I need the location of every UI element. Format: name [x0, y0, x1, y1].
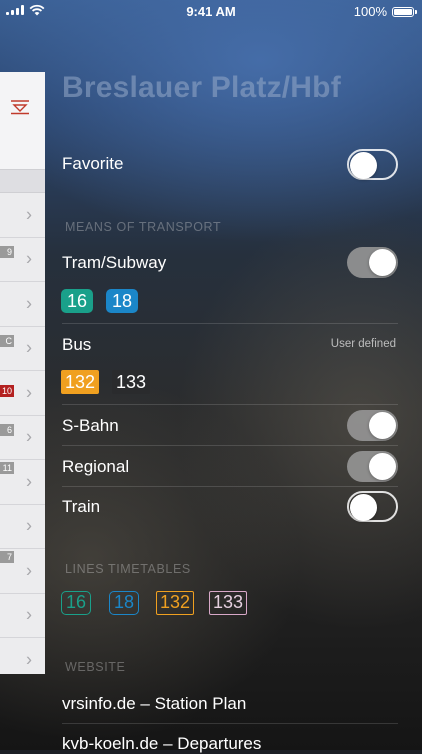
- timetable-chip-132[interactable]: 132: [156, 591, 195, 615]
- tram-subway-label: Tram/Subway: [62, 253, 167, 272]
- line-chip-16[interactable]: 16: [61, 289, 93, 313]
- divider: [62, 445, 398, 446]
- timetable-chip-18[interactable]: 18: [109, 591, 139, 615]
- regional-label: Regional: [62, 457, 130, 476]
- chevron-right-icon: ›: [26, 426, 32, 447]
- train-label: Train: [62, 497, 101, 516]
- list-item[interactable]: ›: [0, 282, 45, 327]
- bus-label: Bus: [62, 335, 92, 354]
- chevron-right-icon: ›: [26, 337, 32, 358]
- divider: [62, 723, 398, 724]
- list-item[interactable]: 11 ›: [0, 460, 45, 505]
- sbahn-label: S-Bahn: [62, 416, 119, 435]
- train-toggle[interactable]: [347, 491, 398, 522]
- sbahn-toggle[interactable]: [347, 410, 398, 441]
- list-item[interactable]: ›: [0, 594, 45, 638]
- tram-subway-toggle[interactable]: [347, 247, 398, 278]
- status-right: 100%: [353, 4, 417, 19]
- list-item[interactable]: ›: [0, 193, 45, 238]
- line-tag: 10: [0, 385, 14, 397]
- battery-percent: 100%: [353, 4, 387, 19]
- divider: [62, 404, 398, 405]
- section-header-timetables: LINES TIMETABLES: [65, 562, 191, 576]
- chevron-right-icon: ›: [26, 293, 32, 314]
- timetable-chip-133[interactable]: 133: [209, 591, 248, 615]
- list-item[interactable]: ›: [0, 505, 45, 549]
- website-link-departures[interactable]: kvb-koeln.de – Departures: [62, 734, 261, 754]
- chevron-right-icon: ›: [26, 471, 32, 492]
- filter-icon[interactable]: [10, 98, 30, 116]
- divider: [62, 486, 398, 487]
- bus-user-defined-note: User defined: [330, 338, 396, 350]
- chevron-right-icon: ›: [26, 649, 32, 670]
- divider: [62, 323, 398, 324]
- chevron-right-icon: ›: [26, 204, 32, 225]
- regional-toggle[interactable]: [347, 451, 398, 482]
- list-item[interactable]: 6 ›: [0, 416, 45, 460]
- chevron-right-icon: ›: [26, 515, 32, 536]
- chevron-right-icon: ›: [26, 248, 32, 269]
- line-tag: C: [0, 334, 14, 347]
- list-panel-section: [0, 170, 45, 193]
- list-item[interactable]: 10 ›: [0, 371, 45, 416]
- line-tag: 11: [0, 462, 14, 474]
- line-tag: 9: [0, 245, 14, 258]
- line-chip-18[interactable]: 18: [106, 289, 138, 313]
- line-chip-132[interactable]: 132: [61, 370, 99, 394]
- section-header-transport: MEANS OF TRANSPORT: [65, 220, 222, 234]
- background-list-panel[interactable]: › 9› › C› 10› 6› 11› › 7› › › ›: [0, 72, 45, 674]
- chevron-right-icon: ›: [26, 382, 32, 403]
- station-title: Breslauer Platz/Hbf: [62, 71, 341, 104]
- line-tag: 6: [0, 423, 14, 436]
- chevron-right-icon: ›: [26, 560, 32, 581]
- line-tag: 7: [0, 551, 14, 563]
- timetable-chip-16[interactable]: 16: [61, 591, 91, 615]
- website-link-station-plan[interactable]: vrsinfo.de – Station Plan: [62, 694, 246, 714]
- list-item[interactable]: C ›: [0, 327, 45, 371]
- list-item[interactable]: ›: [0, 638, 45, 674]
- battery-icon: [392, 6, 417, 17]
- status-bar: 9:41 AM 100%: [0, 0, 422, 22]
- chevron-right-icon: ›: [26, 604, 32, 625]
- favorite-label: Favorite: [62, 154, 124, 173]
- list-item[interactable]: 9 ›: [0, 238, 45, 282]
- favorite-toggle[interactable]: [347, 149, 398, 180]
- section-header-website: WEBSITE: [65, 660, 126, 674]
- list-panel-header: [0, 72, 45, 170]
- line-chip-133[interactable]: 133: [112, 370, 150, 394]
- list-item[interactable]: 7 ›: [0, 549, 45, 594]
